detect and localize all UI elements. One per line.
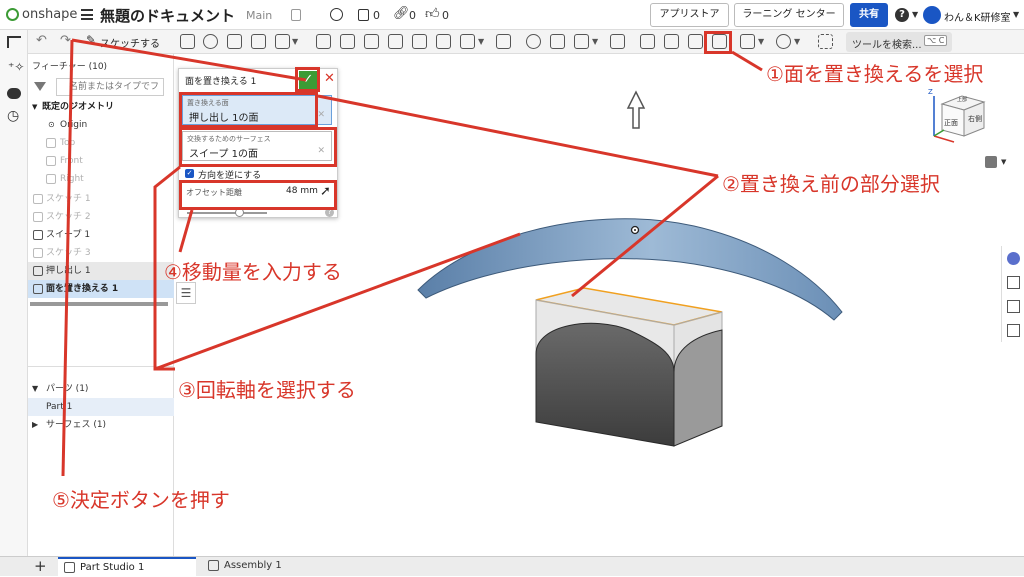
annotation-step-4: ④移動量を入力する	[164, 260, 342, 284]
annotation-step-2: ②置き換え前の部分選択	[722, 172, 940, 196]
tab-part-studio-label: Part Studio 1	[80, 562, 145, 573]
part-studio-icon	[64, 562, 75, 573]
bottom-tab-bar: + Part Studio 1 Assembly 1	[0, 556, 1024, 577]
annotation-step-3: ③回転軸を選択する	[178, 378, 356, 402]
assembly-icon	[208, 560, 219, 571]
tab-assembly-1[interactable]: Assembly 1	[202, 557, 340, 577]
annotation-step-1: ①面を置き換えるを選択	[766, 62, 984, 86]
tab-part-studio-1[interactable]: Part Studio 1	[58, 557, 196, 577]
add-tab-icon[interactable]: +	[34, 557, 47, 575]
annotation-step-5: ⑤決定ボタンを押す	[52, 488, 230, 512]
tab-assembly-label: Assembly 1	[224, 560, 282, 571]
